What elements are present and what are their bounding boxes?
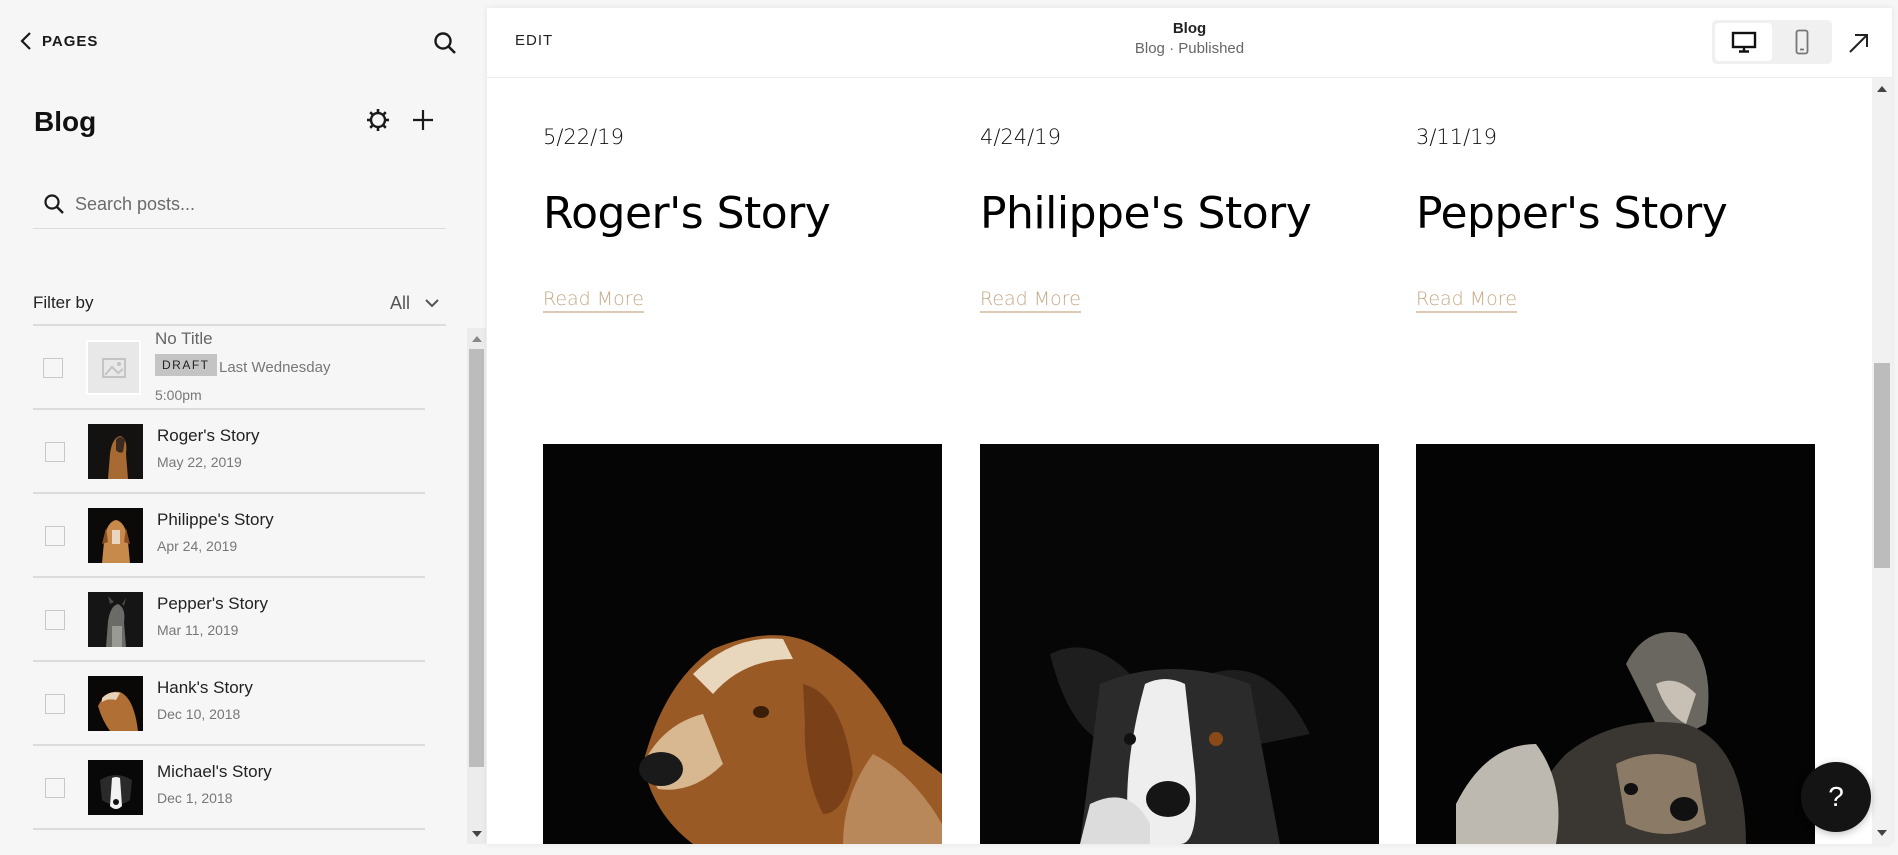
dog-photo-thumbnail [88, 508, 143, 563]
scrollbar-thumb[interactable] [1874, 363, 1890, 568]
blog-sidebar: PAGES Blog Filter by All [0, 0, 487, 855]
dog-photo [1416, 444, 1815, 844]
post-list-item[interactable]: Philippe's Story Apr 24, 2019 [33, 494, 425, 578]
gear-icon [367, 109, 389, 131]
post-checkbox[interactable] [45, 694, 65, 714]
post-thumbnail-placeholder [86, 340, 141, 395]
blog-post-date: 4/24/19 [980, 125, 1061, 149]
scroll-up-arrow-icon[interactable] [472, 336, 482, 342]
post-date: Dec 10, 2018 [157, 706, 241, 722]
post-title: No Title [155, 329, 213, 348]
back-to-pages-link[interactable]: PAGES [18, 30, 98, 52]
page-settings-button[interactable] [365, 107, 391, 133]
chevron-down-icon [425, 299, 439, 308]
post-list-item[interactable]: Michael's Story Dec 1, 2018 [33, 746, 425, 830]
post-checkbox[interactable] [45, 526, 65, 546]
mobile-view-button[interactable] [1773, 23, 1830, 61]
open-in-new-window-button[interactable] [1846, 30, 1872, 56]
post-date: Last Wednesday [219, 359, 331, 376]
help-button[interactable]: ? [1801, 762, 1871, 832]
post-list-scrollbar[interactable] [467, 328, 486, 844]
post-list-item[interactable]: Roger's Story May 22, 2019 [33, 410, 425, 494]
filter-selected-value: All [389, 292, 410, 313]
desktop-monitor-icon [1731, 31, 1756, 53]
image-placeholder-icon [101, 357, 126, 378]
read-more-link[interactable]: Read More [1416, 288, 1517, 313]
preview-page-info: Blog Blog · Published [487, 20, 1892, 57]
post-list-item-draft[interactable]: No Title DRAFT Last Wednesday 5:00pm [33, 326, 425, 410]
preview-page-status: Blog · Published [1134, 40, 1245, 57]
post-thumbnail [88, 592, 143, 647]
search-icon [44, 194, 64, 214]
post-date: May 22, 2019 [157, 454, 242, 470]
post-search-field [33, 180, 446, 229]
post-title: Hank's Story [157, 678, 253, 697]
post-thumbnail [88, 676, 143, 731]
scrollbar-thumb[interactable] [469, 349, 484, 767]
post-checkbox[interactable] [45, 610, 65, 630]
post-date: Mar 11, 2019 [157, 622, 239, 638]
read-more-link[interactable]: Read More [543, 288, 644, 313]
dog-photo-thumbnail [88, 760, 143, 815]
post-thumbnail [88, 760, 143, 815]
search-icon [434, 32, 456, 54]
filter-row: Filter by All [33, 282, 446, 326]
post-title: Michael's Story [157, 762, 272, 781]
post-thumbnail [88, 424, 143, 479]
draft-badge: DRAFT [155, 354, 217, 376]
blog-post-card: 3/11/19 Pepper's Story Read More [1416, 8, 1815, 844]
dog-photo-thumbnail [88, 592, 143, 647]
post-thumbnail [88, 508, 143, 563]
dog-photo [980, 444, 1379, 844]
arrow-up-right-icon [1849, 34, 1868, 53]
post-checkbox[interactable] [45, 778, 65, 798]
blog-post-card: 5/22/19 Roger's Story Read More [543, 8, 942, 844]
scroll-down-arrow-icon[interactable] [472, 831, 482, 837]
dog-photo [543, 444, 942, 844]
mobile-phone-icon [1795, 29, 1808, 55]
chevron-left-icon [20, 32, 31, 50]
post-title: Philippe's Story [157, 510, 274, 529]
blog-post-image[interactable] [1416, 444, 1815, 844]
search-button[interactable] [432, 30, 458, 56]
post-list-item[interactable]: Hank's Story Dec 10, 2018 [33, 662, 425, 746]
plus-icon [413, 110, 433, 130]
blog-post-image[interactable] [543, 444, 942, 844]
device-view-toggle [1712, 20, 1832, 64]
page-title: Blog [34, 106, 97, 137]
dog-photo-thumbnail [88, 676, 143, 731]
search-posts-input[interactable] [75, 193, 435, 215]
preview-header: EDIT Blog Blog · Published [487, 8, 1892, 78]
blog-post-card: 4/24/19 Philippe's Story Read More [980, 8, 1379, 844]
preview-scrollbar[interactable] [1872, 78, 1892, 844]
filter-label: Filter by [33, 293, 94, 312]
preview-page-title: Blog [1172, 20, 1207, 37]
read-more-link[interactable]: Read More [980, 288, 1081, 313]
post-list-item[interactable]: Pepper's Story Mar 11, 2019 [33, 578, 425, 662]
page-preview-frame: EDIT Blog Blog · Published 5/22/19 Roger… [487, 8, 1892, 844]
blog-post-title[interactable]: Philippe's Story [980, 188, 1312, 239]
post-list: No Title DRAFT Last Wednesday 5:00pm Rog… [33, 326, 425, 844]
post-title: Pepper's Story [157, 594, 268, 613]
blog-post-title[interactable]: Pepper's Story [1416, 188, 1728, 239]
post-title: Roger's Story [157, 426, 260, 445]
post-checkbox[interactable] [45, 442, 65, 462]
blog-post-date: 3/11/19 [1416, 125, 1497, 149]
add-post-button[interactable] [410, 107, 436, 133]
post-time: 5:00pm [155, 387, 202, 403]
post-checkbox[interactable] [43, 358, 63, 378]
post-date: Dec 1, 2018 [157, 790, 233, 806]
scroll-up-arrow-icon[interactable] [1877, 86, 1887, 92]
filter-dropdown[interactable]: All [390, 293, 446, 314]
blog-post-title[interactable]: Roger's Story [543, 188, 831, 239]
blog-post-image[interactable] [980, 444, 1379, 844]
dog-photo-thumbnail [88, 424, 143, 479]
question-mark-icon: ? [1828, 781, 1844, 812]
post-date: Apr 24, 2019 [157, 538, 238, 554]
desktop-view-button[interactable] [1715, 23, 1772, 61]
blog-post-date: 5/22/19 [543, 125, 624, 149]
back-label: PAGES [42, 32, 99, 50]
scroll-down-arrow-icon[interactable] [1877, 830, 1887, 836]
